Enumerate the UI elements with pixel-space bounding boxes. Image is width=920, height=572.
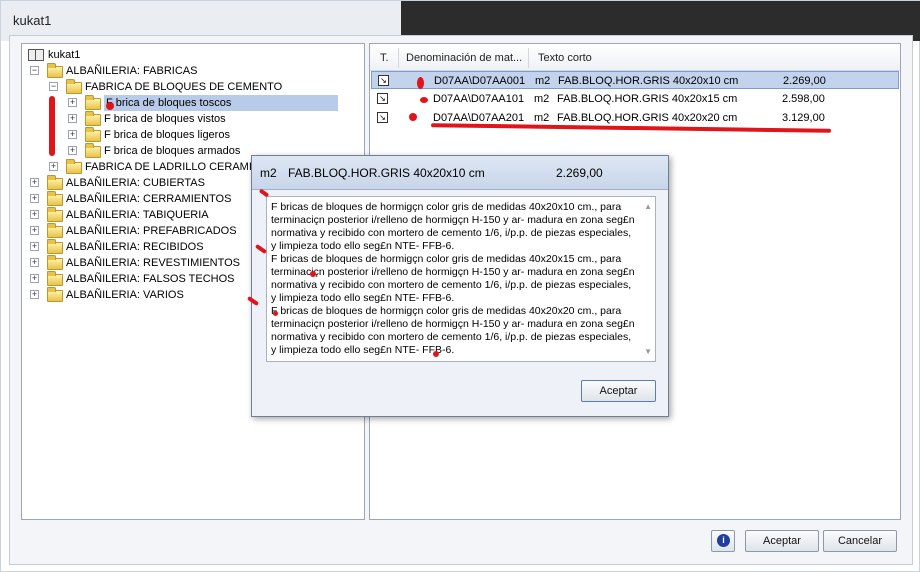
tree-root[interactable]: kukat1 — [28, 47, 228, 63]
description-paragraph: F bricas de bloques de hormigçn color gr… — [271, 201, 635, 252]
annotation-mark — [433, 351, 439, 357]
description-popup: m2 FAB.BLOQ.HOR.GRIS 40x20x10 cm 2.269,0… — [251, 155, 669, 417]
cancel-button[interactable]: Cancelar — [823, 530, 897, 552]
cell-unit: m2 — [535, 75, 551, 87]
folder-icon — [47, 239, 63, 254]
expand-icon[interactable]: + — [30, 194, 39, 203]
popup-unit: m2 — [260, 166, 277, 180]
tree-item-label: FABRICA DE BLOQUES DE CEMENTO — [85, 81, 283, 93]
tree-item-label: ALBAÑILERIA: FALSOS TECHOS — [66, 273, 235, 285]
tree-item[interactable]: + F brica de bloques vistos — [68, 111, 352, 127]
tree-item-label: F brica de bloques vistos — [104, 113, 226, 125]
annotation-mark — [417, 77, 424, 89]
expand-icon[interactable]: + — [30, 242, 39, 251]
folder-icon — [85, 143, 101, 158]
tree-root-label: kukat1 — [48, 49, 81, 61]
tree-item-label: ALBAÑILERIA: FABRICAS — [66, 65, 198, 77]
expand-icon[interactable]: + — [68, 114, 77, 123]
expand-icon[interactable]: + — [68, 98, 77, 107]
expand-icon[interactable]: + — [30, 226, 39, 235]
list-header: T. Denominación de mat... Texto corto — [370, 44, 900, 71]
folder-icon — [47, 271, 63, 286]
folder-icon — [85, 111, 101, 126]
tree-item-label: ALBAÑILERIA: RECIBIDOS — [66, 241, 204, 253]
folder-icon — [47, 223, 63, 238]
cell-price: 3.129,00 — [782, 112, 825, 124]
popup-accept-button[interactable]: Aceptar — [581, 380, 656, 402]
column-header-denomination[interactable]: Denominación de mat... — [406, 52, 522, 64]
description-paragraph: F bricas de bloques de hormigçn color gr… — [271, 305, 635, 356]
dialog-window: kukat1 kukat1 − ALBAÑILERIA: FABRICAS − FAB… — [0, 0, 920, 572]
tree-item-label: ALBAÑILERIA: VARIOS — [66, 289, 184, 301]
description-textarea[interactable]: F bricas de bloques de hormigçn color gr… — [266, 196, 656, 362]
tree-item[interactable]: − ALBAÑILERIA: FABRICAS — [30, 63, 352, 79]
popup-price: 2.269,00 — [556, 166, 603, 180]
collapse-icon[interactable]: − — [49, 82, 58, 91]
expand-icon[interactable]: + — [30, 210, 39, 219]
expand-icon[interactable]: + — [30, 258, 39, 267]
cell-code: D07AA\D07AA001 — [434, 75, 526, 87]
table-row[interactable]: ↘ D07AA\D07AA101 m2 FAB.BLOQ.HOR.GRIS 40x20… — [371, 90, 899, 108]
window-title: kukat1 — [13, 13, 52, 28]
tree-item[interactable]: + F brica de bloques ligeros — [68, 127, 352, 143]
table-row[interactable]: ↘ D07AA\D07AA001 m2 FAB.BLOQ.HOR.GRIS 40x20… — [371, 71, 899, 89]
info-button[interactable]: i — [711, 530, 735, 552]
folder-icon — [47, 175, 63, 190]
folder-icon — [66, 79, 82, 94]
cell-short-text: FAB.BLOQ.HOR.GRIS 40x20x20 cm — [557, 112, 738, 124]
material-type-icon: ↘ — [377, 93, 388, 104]
cell-short-text: FAB.BLOQ.HOR.GRIS 40x20x10 cm — [558, 75, 739, 87]
catalog-book-icon — [28, 49, 44, 61]
annotation-mark — [409, 113, 417, 121]
folder-icon — [85, 95, 101, 110]
tree-item-label: ALBAÑILERIA: TABIQUERIA — [66, 209, 209, 221]
tree-item-label: ALBAÑILERIA: CUBIERTAS — [66, 177, 205, 189]
annotation-mark — [273, 311, 278, 316]
tree-item-label: F brica de bloques toscos — [104, 95, 338, 111]
material-type-icon: ↘ — [378, 75, 389, 86]
folder-icon — [85, 127, 101, 142]
annotation-mark — [310, 271, 316, 277]
expand-icon[interactable]: + — [30, 274, 39, 283]
folder-icon — [47, 191, 63, 206]
material-type-icon: ↘ — [377, 112, 388, 123]
tree-item-label: FABRICA DE LADRILLO CERAMICO — [85, 161, 269, 173]
folder-icon — [47, 63, 63, 78]
tree-item-label: ALBAÑILERIA: CERRAMIENTOS — [66, 193, 232, 205]
accept-button[interactable]: Aceptar — [745, 530, 819, 552]
expand-icon[interactable]: + — [30, 178, 39, 187]
popup-title: FAB.BLOQ.HOR.GRIS 40x20x10 cm — [288, 166, 485, 180]
cell-price: 2.269,00 — [783, 75, 826, 87]
expand-icon[interactable]: + — [49, 162, 58, 171]
cell-unit: m2 — [534, 93, 550, 105]
annotation-mark — [49, 96, 55, 156]
column-header-type[interactable]: T. — [380, 52, 389, 64]
column-separator[interactable] — [528, 48, 529, 68]
annotation-mark — [420, 97, 428, 103]
tree-item[interactable]: − FABRICA DE BLOQUES DE CEMENTO — [49, 79, 352, 95]
cell-code: D07AA\D07AA101 — [433, 93, 525, 105]
description-paragraph: F bricas de bloques de hormigçn color gr… — [271, 253, 635, 304]
expand-icon[interactable]: + — [68, 146, 77, 155]
tree-item-label: ALBAÑILERIA: PREFABRICADOS — [66, 225, 237, 237]
folder-icon — [47, 255, 63, 270]
scroll-down-icon[interactable]: ▼ — [644, 345, 652, 358]
tree-item-label: ALBAÑILERIA: REVESTIMIENTOS — [66, 257, 241, 269]
folder-icon — [47, 207, 63, 222]
expand-icon[interactable]: + — [30, 290, 39, 299]
folder-icon — [66, 159, 82, 174]
tree-item-label: F brica de bloques ligeros — [104, 129, 230, 141]
scroll-up-icon[interactable]: ▲ — [644, 200, 652, 213]
annotation-mark — [106, 102, 114, 110]
expand-icon[interactable]: + — [68, 130, 77, 139]
popup-header: m2 FAB.BLOQ.HOR.GRIS 40x20x10 cm 2.269,0… — [252, 156, 668, 190]
tree-item-label: F brica de bloques armados — [104, 145, 241, 157]
info-icon: i — [717, 534, 730, 547]
cell-price: 2.598,00 — [782, 93, 825, 105]
column-separator[interactable] — [398, 48, 399, 68]
cell-short-text: FAB.BLOQ.HOR.GRIS 40x20x15 cm — [557, 93, 738, 105]
folder-icon — [47, 287, 63, 302]
column-header-short-text[interactable]: Texto corto — [538, 52, 592, 64]
collapse-icon[interactable]: − — [30, 66, 39, 75]
